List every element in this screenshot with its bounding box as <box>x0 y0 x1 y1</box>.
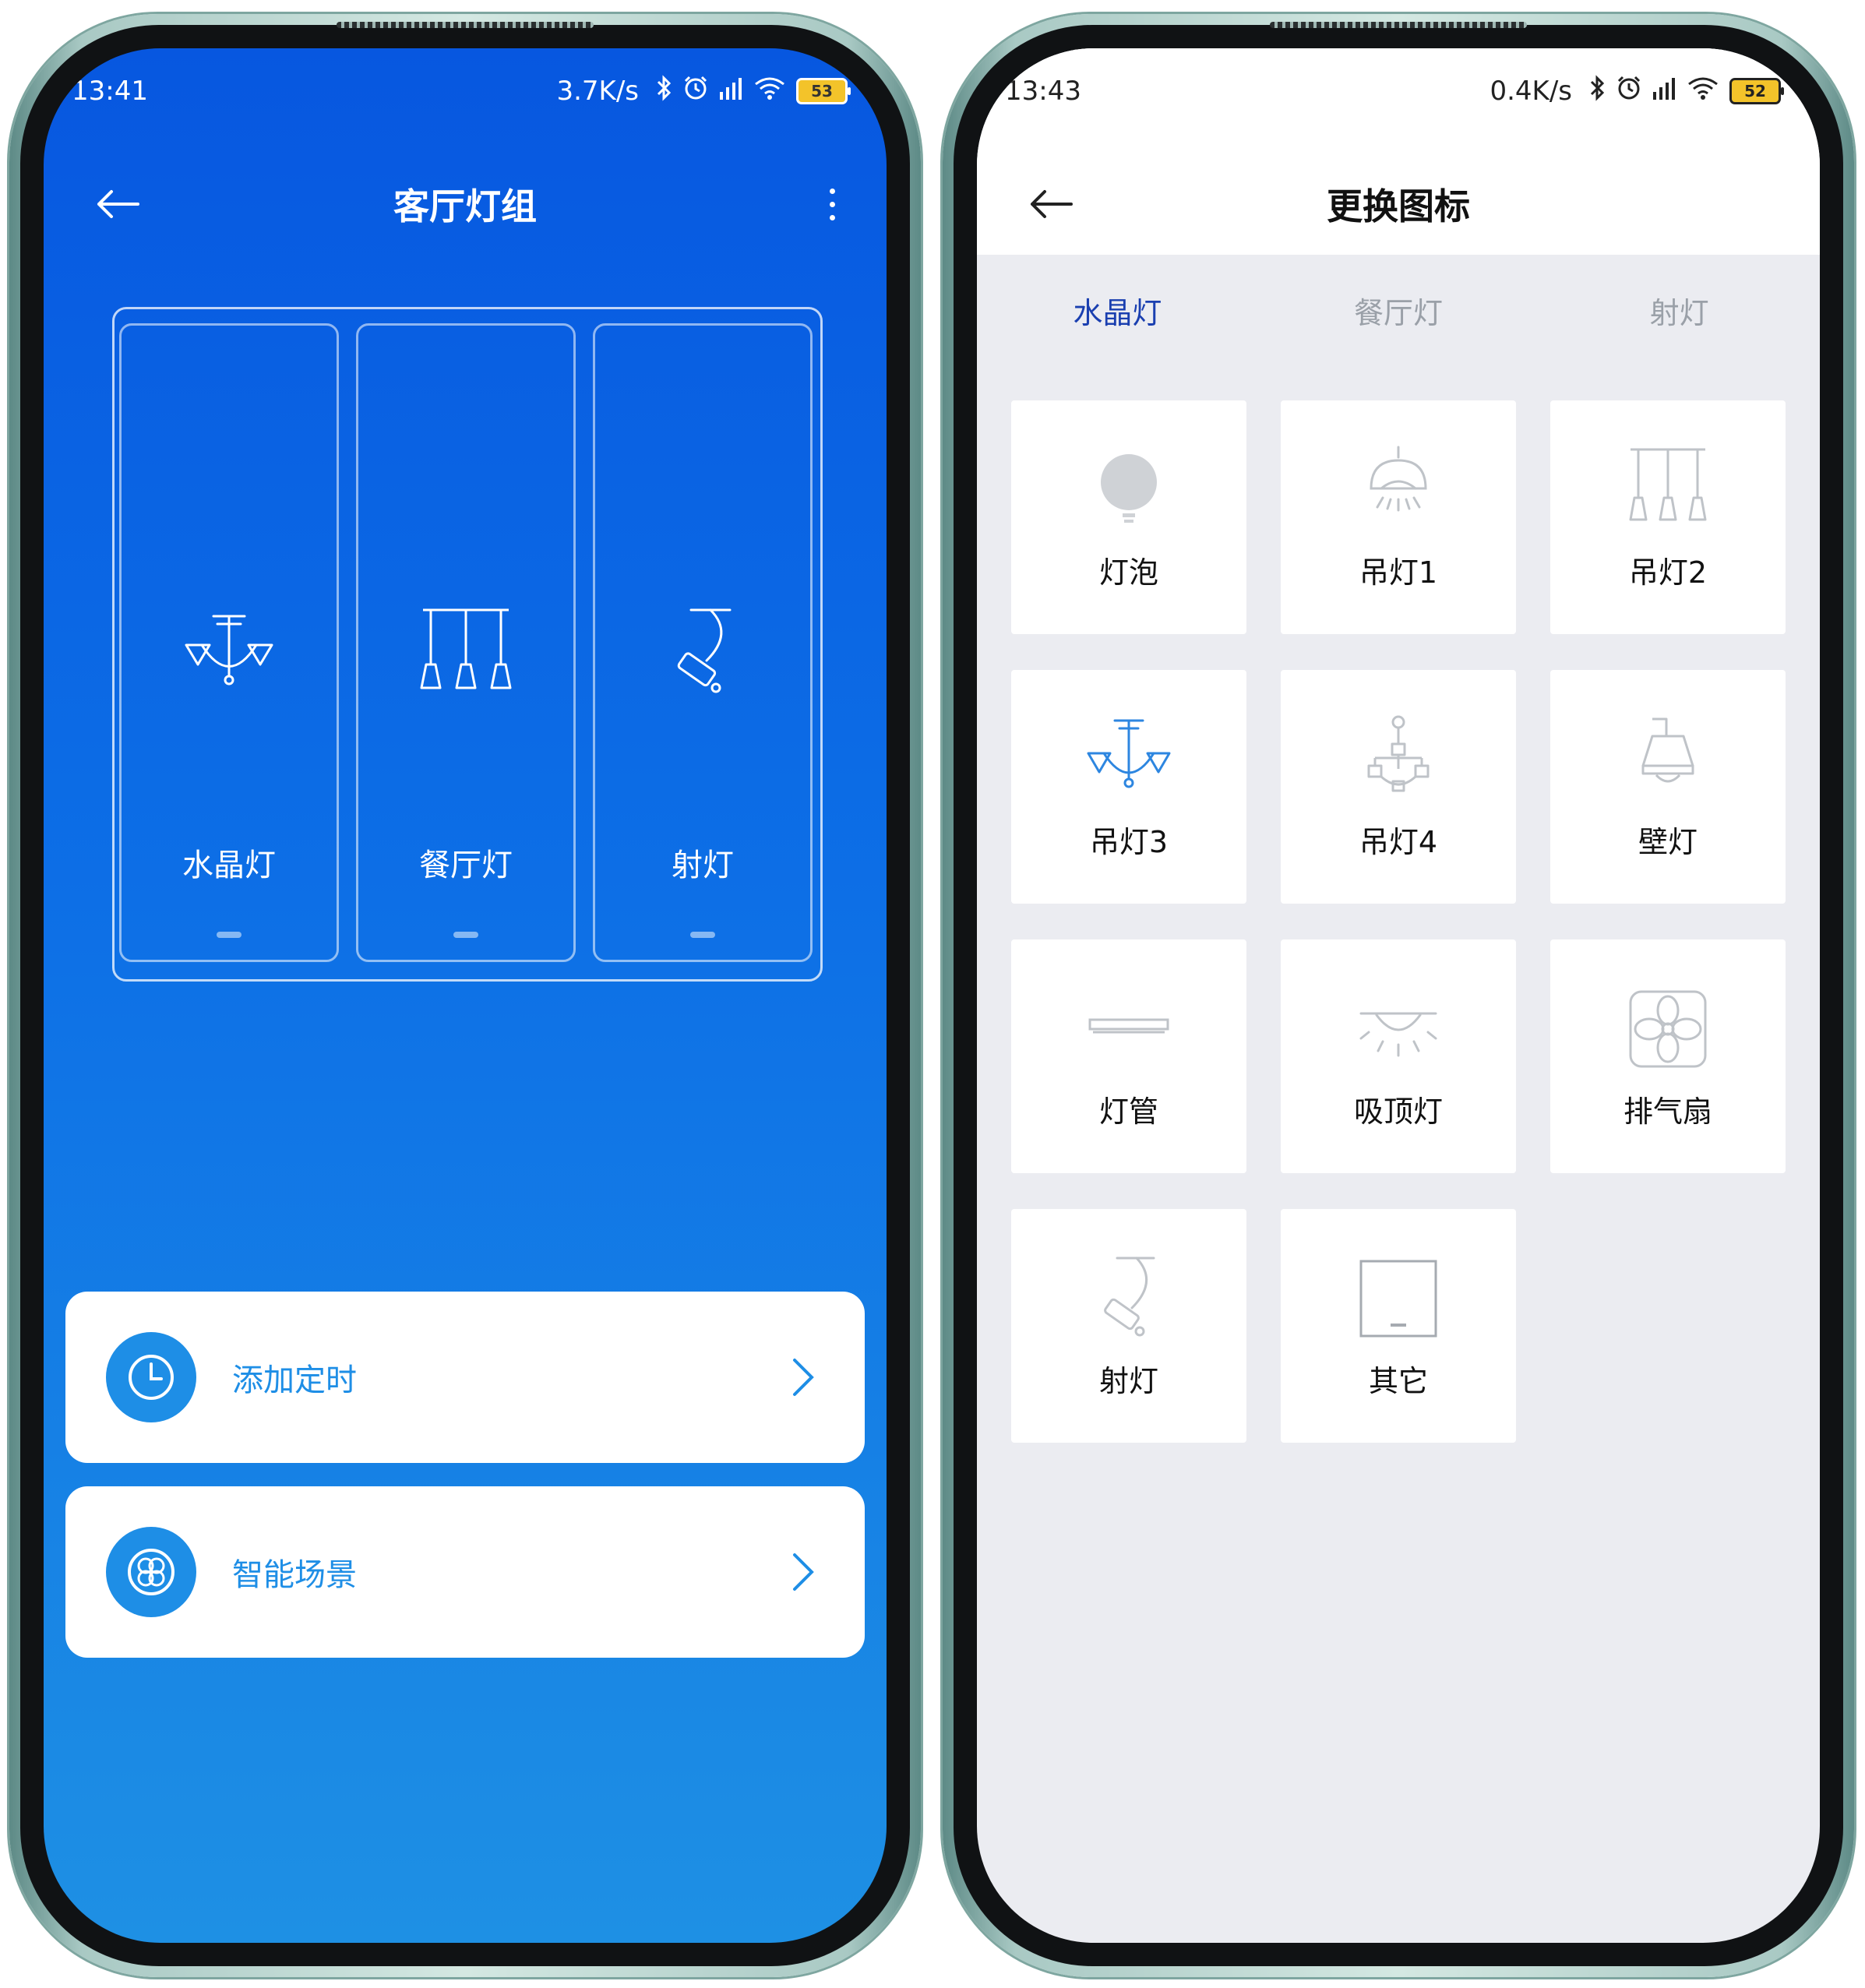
tile-label: 壁灯 <box>1638 825 1698 859</box>
pendant-lamp-3-icon <box>1087 719 1171 788</box>
switch-status-indicator <box>217 932 241 938</box>
light-group-screen: 13:41 3.7K/s 53 客厅灯组 水晶灯 餐厅灯 射灯 添加定时 智能场… <box>44 48 887 1943</box>
phone-speaker <box>337 22 594 28</box>
bluetooth-icon <box>656 75 673 108</box>
page-title: 客厅灯组 <box>393 185 537 227</box>
icon-option-pendant-2[interactable]: 吊灯2 <box>1550 400 1786 634</box>
clock-icon <box>106 1332 196 1422</box>
switch-label: 射灯 <box>672 848 734 883</box>
bluetooth-icon <box>1589 75 1606 108</box>
tile-label: 灯泡 <box>1098 555 1158 590</box>
light-switch-crystal[interactable]: 水晶灯 <box>119 323 339 962</box>
chevron-right-icon <box>793 1553 814 1591</box>
light-switch-panel: 水晶灯 餐厅灯 射灯 <box>112 307 823 982</box>
icon-option-exhaust-fan[interactable]: 排气扇 <box>1550 939 1786 1173</box>
pendant-lamp-1-icon <box>1370 446 1427 512</box>
icon-option-pendant-4[interactable]: 吊灯4 <box>1281 670 1516 904</box>
status-bar: 13:41 3.7K/s 53 <box>44 48 887 134</box>
pendant-lamp-2-icon <box>1629 448 1707 521</box>
top-bar: 客厅灯组 <box>44 161 887 247</box>
arrow-left-icon <box>97 190 139 218</box>
icon-option-other[interactable]: 其它 <box>1281 1209 1516 1443</box>
other-switch-icon <box>1359 1260 1437 1338</box>
tile-label: 射灯 <box>1098 1364 1158 1398</box>
back-button[interactable] <box>1024 177 1078 231</box>
more-options-button[interactable] <box>816 177 848 231</box>
icon-option-pendant-1[interactable]: 吊灯1 <box>1281 400 1516 634</box>
tab-crystal[interactable]: 水晶灯 <box>977 282 1258 344</box>
spotlight-icon <box>677 608 732 693</box>
chevron-right-icon <box>793 1359 814 1396</box>
ceiling-light-icon <box>1359 1012 1437 1057</box>
phone-frame-left: 13:41 3.7K/s 53 客厅灯组 水晶灯 餐厅灯 射灯 添加定时 智能场… <box>9 14 921 1977</box>
category-tabs: 水晶灯 餐厅灯 射灯 <box>977 282 1820 344</box>
phone-frame-right: 13:43 0.4K/s 52 更换图标 水晶灯 餐厅灯 射灯 灯泡 吊灯1 吊… <box>943 14 1854 1977</box>
tile-label: 吸顶灯 <box>1353 1094 1443 1129</box>
tile-label: 灯管 <box>1098 1094 1158 1129</box>
tile-label: 吊灯2 <box>1628 555 1708 590</box>
spotlight-icon <box>1104 1257 1155 1337</box>
pendant-lamp-4-icon <box>1367 715 1430 792</box>
smart-scene-row[interactable]: 智能场景 <box>65 1486 865 1658</box>
wifi-icon <box>754 76 785 106</box>
arrow-left-icon <box>1031 190 1073 218</box>
back-button[interactable] <box>90 177 145 231</box>
top-bar: 更换图标 <box>977 161 1820 247</box>
add-timer-row[interactable]: 添加定时 <box>65 1292 865 1463</box>
network-speed: 0.4K/s <box>1490 76 1572 107</box>
switch-label: 水晶灯 <box>182 848 276 883</box>
switch-status-indicator <box>453 932 478 938</box>
status-bar: 13:43 0.4K/s 52 <box>977 48 1820 134</box>
icon-option-ceiling-light[interactable]: 吸顶灯 <box>1281 939 1516 1173</box>
change-icon-screen: 13:43 0.4K/s 52 更换图标 水晶灯 餐厅灯 射灯 灯泡 吊灯1 吊… <box>977 48 1820 1943</box>
tab-dining[interactable]: 餐厅灯 <box>1258 282 1539 344</box>
icon-option-spotlight[interactable]: 射灯 <box>1011 1209 1246 1443</box>
crystal-chandelier-icon <box>185 615 273 686</box>
light-switch-dining[interactable]: 餐厅灯 <box>356 323 576 962</box>
icon-option-bulb[interactable]: 灯泡 <box>1011 400 1246 634</box>
phone-speaker <box>1270 22 1527 28</box>
status-time: 13:41 <box>72 76 148 107</box>
tile-label: 吊灯4 <box>1359 825 1438 859</box>
alarm-icon <box>682 75 709 108</box>
wifi-icon <box>1687 76 1719 106</box>
add-timer-label: 添加定时 <box>232 1362 357 1398</box>
switch-label: 餐厅灯 <box>419 848 513 883</box>
exhaust-fan-icon <box>1629 990 1707 1068</box>
tile-label: 其它 <box>1368 1364 1428 1398</box>
light-switch-spot[interactable]: 射灯 <box>593 323 813 962</box>
tile-label: 吊灯3 <box>1089 825 1169 859</box>
page-title: 更换图标 <box>1327 185 1470 227</box>
battery-indicator: 53 <box>796 78 851 104</box>
network-speed: 3.7K/s <box>556 76 639 107</box>
status-time: 13:43 <box>1005 76 1081 107</box>
tile-label: 排气扇 <box>1623 1094 1712 1129</box>
tube-light-icon <box>1088 1018 1169 1034</box>
smart-scene-label: 智能场景 <box>232 1557 357 1593</box>
pendant-lights-icon <box>420 608 512 689</box>
alarm-icon <box>1616 75 1642 108</box>
signal-icon <box>1652 76 1678 106</box>
signal-icon <box>718 76 745 106</box>
scene-icon <box>106 1527 196 1617</box>
battery-indicator: 52 <box>1729 78 1784 104</box>
wall-lamp-icon <box>1641 717 1694 783</box>
icon-option-wall-lamp[interactable]: 壁灯 <box>1550 670 1786 904</box>
bulb-icon <box>1101 454 1157 523</box>
tab-spot[interactable]: 射灯 <box>1539 282 1820 344</box>
switch-status-indicator <box>690 932 715 938</box>
icon-option-pendant-3[interactable]: 吊灯3 <box>1011 670 1246 904</box>
tile-label: 吊灯1 <box>1359 555 1438 590</box>
icon-option-tube-light[interactable]: 灯管 <box>1011 939 1246 1173</box>
